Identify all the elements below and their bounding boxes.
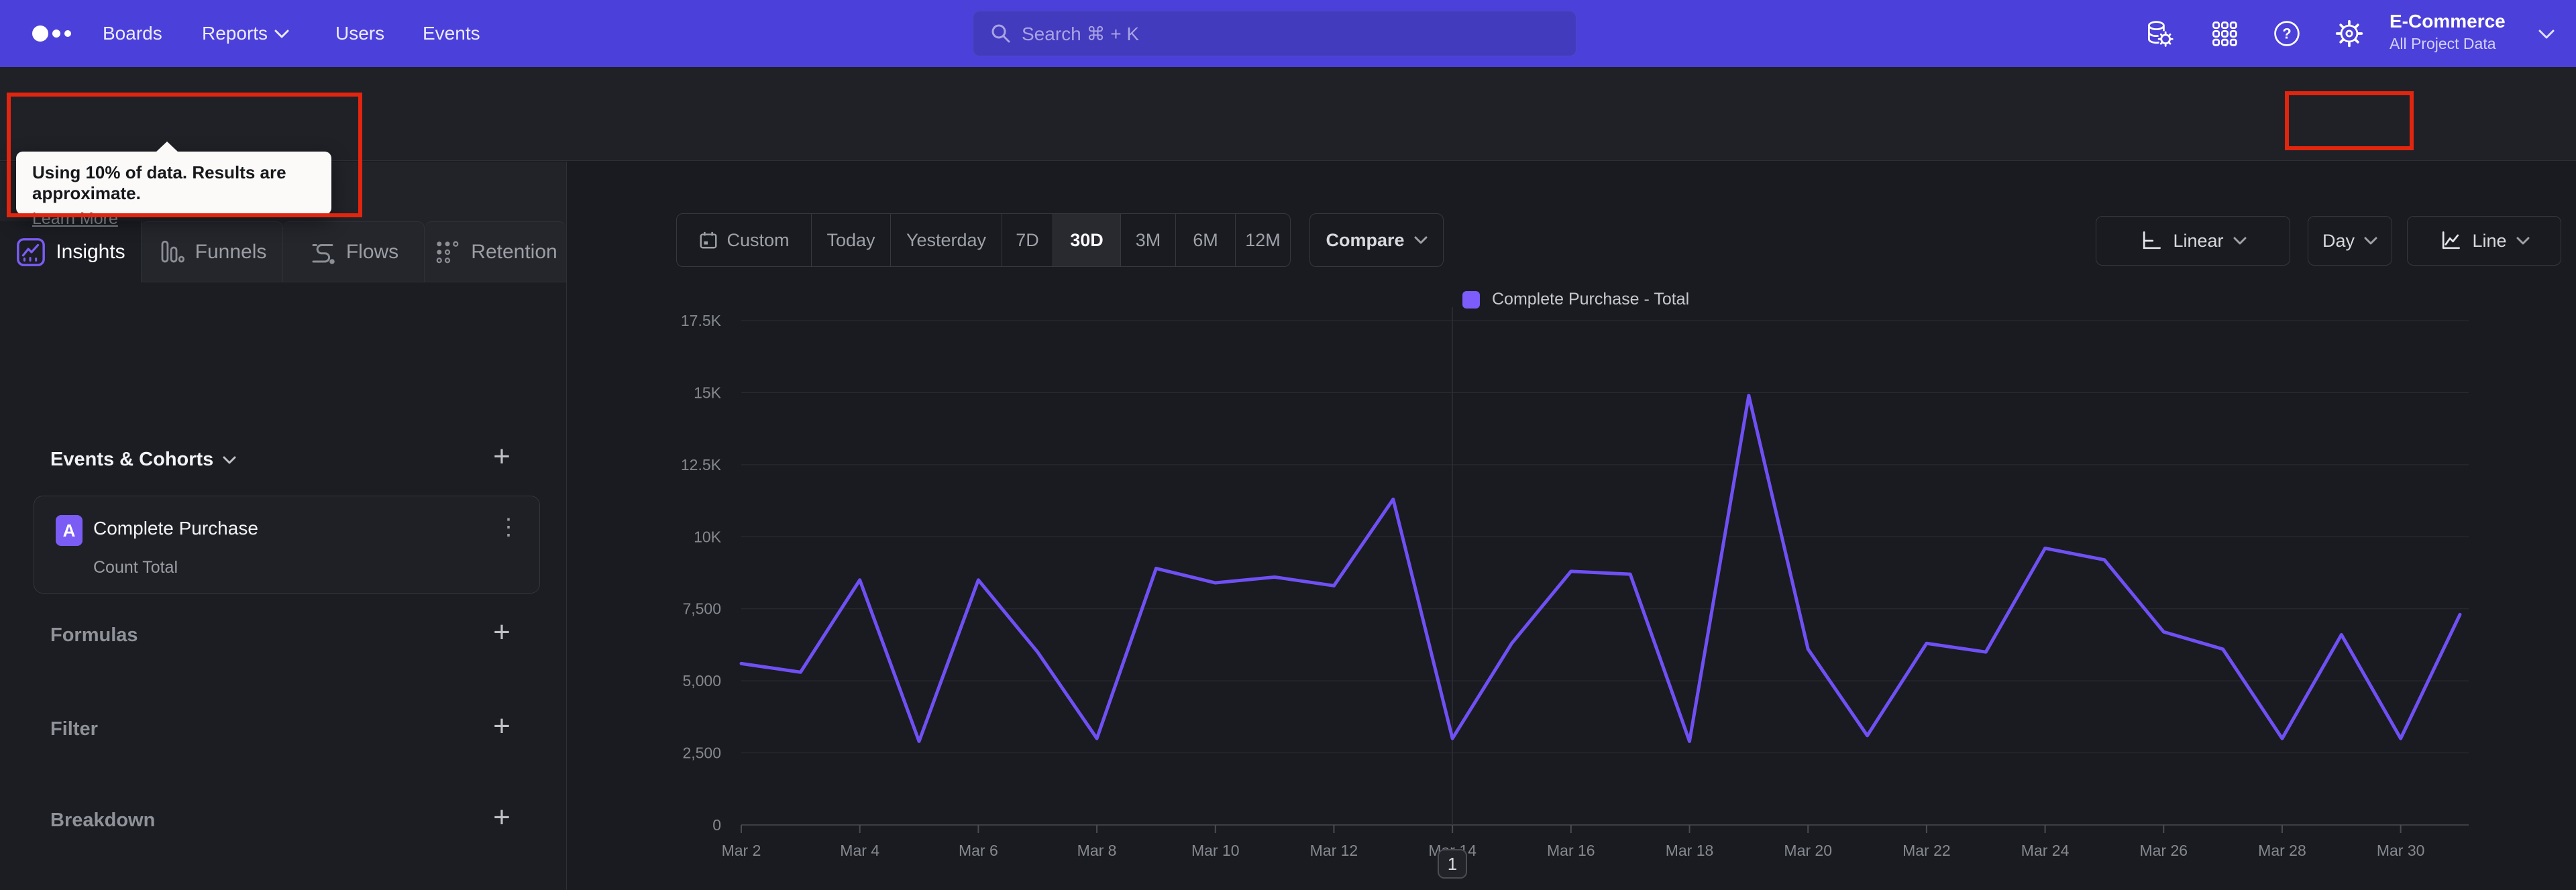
nav-users-label: Users	[335, 23, 385, 44]
range-today[interactable]: Today	[811, 214, 890, 266]
range-today-label: Today	[826, 229, 875, 250]
nav-events[interactable]: Events	[423, 0, 480, 67]
project-scope: All Project Data	[2390, 35, 2496, 52]
range-30d[interactable]: 30D	[1053, 214, 1120, 266]
range-6m-label: 6M	[1193, 229, 1218, 250]
chevron-down-icon	[274, 30, 289, 38]
funnels-icon	[161, 240, 184, 262]
nav-reports[interactable]: Reports	[202, 0, 289, 67]
events-cohorts-header[interactable]: Events & Cohorts	[50, 449, 236, 471]
nav-events-label: Events	[423, 23, 480, 44]
nav-boards[interactable]: Boards	[103, 0, 162, 67]
project-switcher[interactable]: E-Commerce All Project Data	[2390, 11, 2506, 53]
chart-type-label: Line	[2472, 230, 2507, 251]
event-card-complete-purchase[interactable]: A Complete Purchase Count Total ⋮	[34, 496, 540, 594]
event-kebab-menu-icon[interactable]: ⋮	[497, 514, 520, 541]
range-custom-label: Custom	[727, 229, 790, 250]
report-title-bar: Untitled Sampled + Add description...	[0, 67, 2576, 213]
filter-header: Filter	[50, 718, 98, 740]
chart-legend[interactable]: Complete Purchase - Total	[1462, 290, 1689, 309]
page-number-badge[interactable]: 1	[1438, 849, 1467, 879]
data-management-icon[interactable]	[2145, 19, 2174, 48]
range-3m[interactable]: 3M	[1120, 214, 1175, 266]
project-chevron-down-icon[interactable]	[2538, 30, 2555, 42]
breakdown-label: Breakdown	[50, 810, 156, 831]
search-icon	[991, 24, 1010, 43]
top-nav-bar: Boards Reports Users Events Search ⌘ + K	[0, 0, 2576, 67]
compare-label: Compare	[1326, 229, 1405, 250]
date-range-selector: Custom Today Yesterday 7D 30D 3M 6M 12M	[676, 213, 1291, 267]
nav-reports-label: Reports	[202, 23, 268, 44]
nav-users[interactable]: Users	[335, 0, 384, 67]
svg-text:?: ?	[2282, 25, 2291, 42]
chevron-down-icon	[1414, 236, 1428, 244]
insights-report-page: Boards Reports Users Events Search ⌘ + K	[0, 0, 2576, 890]
range-7d[interactable]: 7D	[1002, 214, 1053, 266]
chevron-down-icon	[2364, 237, 2377, 245]
tab-insights-label: Insights	[56, 240, 125, 263]
scale-label: Linear	[2173, 230, 2224, 251]
chevron-down-icon	[2516, 237, 2530, 245]
range-yesterday-label: Yesterday	[906, 229, 987, 250]
tab-insights[interactable]: Insights	[0, 221, 142, 282]
event-name: Complete Purchase	[93, 518, 258, 539]
linear-axis-icon	[2143, 231, 2161, 249]
range-6m[interactable]: 6M	[1175, 214, 1235, 266]
sampling-tooltip: Using 10% of data. Results are approxima…	[16, 142, 331, 228]
add-breakdown-button[interactable]: +	[487, 803, 517, 834]
interval-dropdown-day[interactable]: Day	[2308, 216, 2392, 266]
apps-grid-icon[interactable]	[2210, 19, 2239, 48]
tab-flows-label: Flows	[345, 240, 399, 263]
search-placeholder: Search ⌘ + K	[1022, 23, 1140, 44]
calendar-icon	[700, 231, 717, 249]
formulas-header: Formulas	[50, 624, 138, 647]
event-letter-badge: A	[56, 515, 83, 546]
chevron-down-icon	[223, 456, 236, 463]
range-30d-label: 30D	[1070, 229, 1104, 250]
tab-retention-label: Retention	[471, 240, 557, 263]
events-cohorts-label: Events & Cohorts	[50, 449, 214, 470]
range-yesterday[interactable]: Yesterday	[890, 214, 1002, 266]
add-filter-button[interactable]: +	[487, 712, 517, 742]
compare-dropdown[interactable]: Compare	[1309, 213, 1444, 267]
sidebar-content: Events & Cohorts + A Complete Purchase C…	[0, 282, 566, 890]
event-metric[interactable]: Count Total	[93, 558, 178, 577]
add-event-button[interactable]: +	[487, 442, 517, 473]
tooltip-message: Using 10% of data. Results are approxima…	[32, 162, 286, 203]
tab-flows[interactable]: Flows	[283, 221, 425, 282]
chart-type-dropdown-line[interactable]: Line	[2407, 216, 2561, 266]
report-type-tabs: Insights Funnels Flows Retention	[0, 221, 567, 282]
insights-icon	[17, 237, 46, 266]
line-chart-icon	[2443, 231, 2461, 249]
search-input[interactable]: Search ⌘ + K	[973, 11, 1576, 56]
nav-boards-label: Boards	[103, 23, 162, 44]
chart-panel: Custom Today Yesterday 7D 30D 3M 6M 12M …	[568, 162, 2576, 890]
legend-series-label: Complete Purchase - Total	[1492, 290, 1690, 309]
project-name: E-Commerce	[2390, 11, 2506, 32]
learn-more-link[interactable]: Learn More	[32, 209, 118, 229]
help-icon[interactable]: ?	[2272, 19, 2302, 48]
range-3m-label: 3M	[1135, 229, 1161, 250]
tab-funnels[interactable]: Funnels	[142, 221, 283, 282]
query-builder-sidebar: Insights Funnels Flows Retention Events …	[0, 162, 567, 890]
range-12m[interactable]: 12M	[1235, 214, 1290, 266]
tooltip-arrow	[156, 142, 178, 152]
range-12m-label: 12M	[1245, 229, 1281, 250]
chevron-down-icon	[2233, 237, 2247, 245]
interval-label: Day	[2322, 230, 2355, 251]
breakdown-header: Breakdown	[50, 810, 155, 832]
range-custom[interactable]: Custom	[677, 214, 811, 266]
retention-icon	[436, 241, 459, 263]
tab-funnels-label: Funnels	[195, 240, 267, 263]
add-formula-button[interactable]: +	[487, 618, 517, 649]
flows-icon	[312, 243, 335, 264]
mixpanel-logo-icon[interactable]	[31, 20, 78, 50]
legend-swatch	[1462, 290, 1480, 309]
formulas-label: Formulas	[50, 624, 138, 646]
filter-label: Filter	[50, 718, 98, 740]
tab-retention[interactable]: Retention	[425, 221, 566, 282]
settings-gear-icon[interactable]	[2334, 19, 2364, 48]
range-7d-label: 7D	[1016, 229, 1039, 250]
scale-dropdown-linear[interactable]: Linear	[2096, 216, 2290, 266]
